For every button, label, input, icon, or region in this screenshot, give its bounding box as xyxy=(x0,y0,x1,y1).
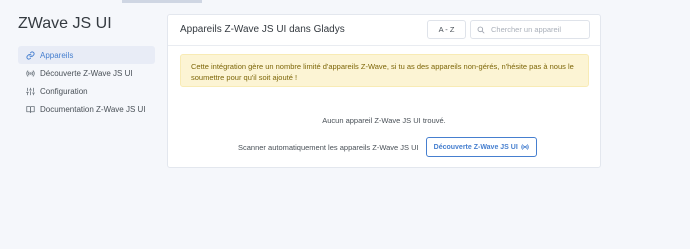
search-icon xyxy=(477,26,485,33)
sliders-icon xyxy=(24,87,36,97)
search-box[interactable] xyxy=(470,20,590,39)
sidebar-item-decouverte[interactable]: Découverte Z-Wave JS UI xyxy=(18,64,155,82)
devices-card: Appareils Z-Wave JS UI dans Gladys A - Z… xyxy=(167,14,601,168)
discovery-button-label: Découverte Z-Wave JS UI xyxy=(433,143,518,151)
search-input[interactable] xyxy=(491,25,587,34)
sidebar-nav: Appareils Découverte Z-Wave JS UI Config… xyxy=(18,46,155,119)
sidebar-item-label: Appareils xyxy=(40,50,74,60)
link-icon xyxy=(24,50,36,60)
sidebar-item-configuration[interactable]: Configuration xyxy=(18,83,155,101)
radio-icon xyxy=(521,144,529,150)
sort-select[interactable]: A - Z xyxy=(427,20,466,39)
sidebar-item-documentation[interactable]: Documentation Z-Wave JS UI xyxy=(18,101,155,119)
sidebar-item-label: Documentation Z-Wave JS UI xyxy=(40,105,146,115)
sidebar: ZWave JS UI Appareils Découverte Z-Wave … xyxy=(0,0,160,249)
scan-label: Scanner automatiquement les appareils Z-… xyxy=(238,142,419,152)
scan-row: Scanner automatiquement les appareils Z-… xyxy=(238,137,537,157)
app-title: ZWave JS UI xyxy=(18,15,112,32)
limited-support-alert: Cette intégration gère un nombre limité … xyxy=(180,54,589,87)
book-icon xyxy=(24,105,36,115)
page-title: Appareils Z-Wave JS UI dans Gladys xyxy=(180,24,345,35)
sidebar-item-label: Configuration xyxy=(40,87,88,97)
sidebar-item-label: Découverte Z-Wave JS UI xyxy=(40,68,133,78)
radio-icon xyxy=(24,68,36,78)
card-header: Appareils Z-Wave JS UI dans Gladys A - Z xyxy=(168,15,600,46)
empty-state-message: Aucun appareil Z-Wave JS UI trouvé. xyxy=(322,116,446,125)
sidebar-item-appareils[interactable]: Appareils xyxy=(18,46,155,64)
discovery-button[interactable]: Découverte Z-Wave JS UI xyxy=(425,137,537,157)
